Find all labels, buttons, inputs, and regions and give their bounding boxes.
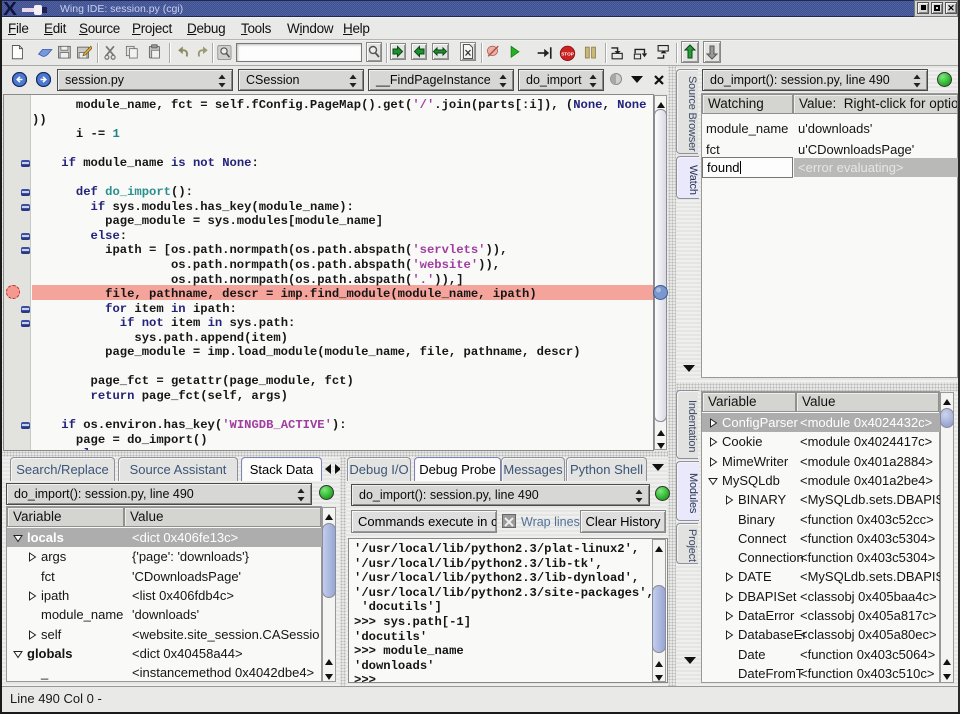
svg-text:STOP: STOP bbox=[561, 51, 574, 56]
